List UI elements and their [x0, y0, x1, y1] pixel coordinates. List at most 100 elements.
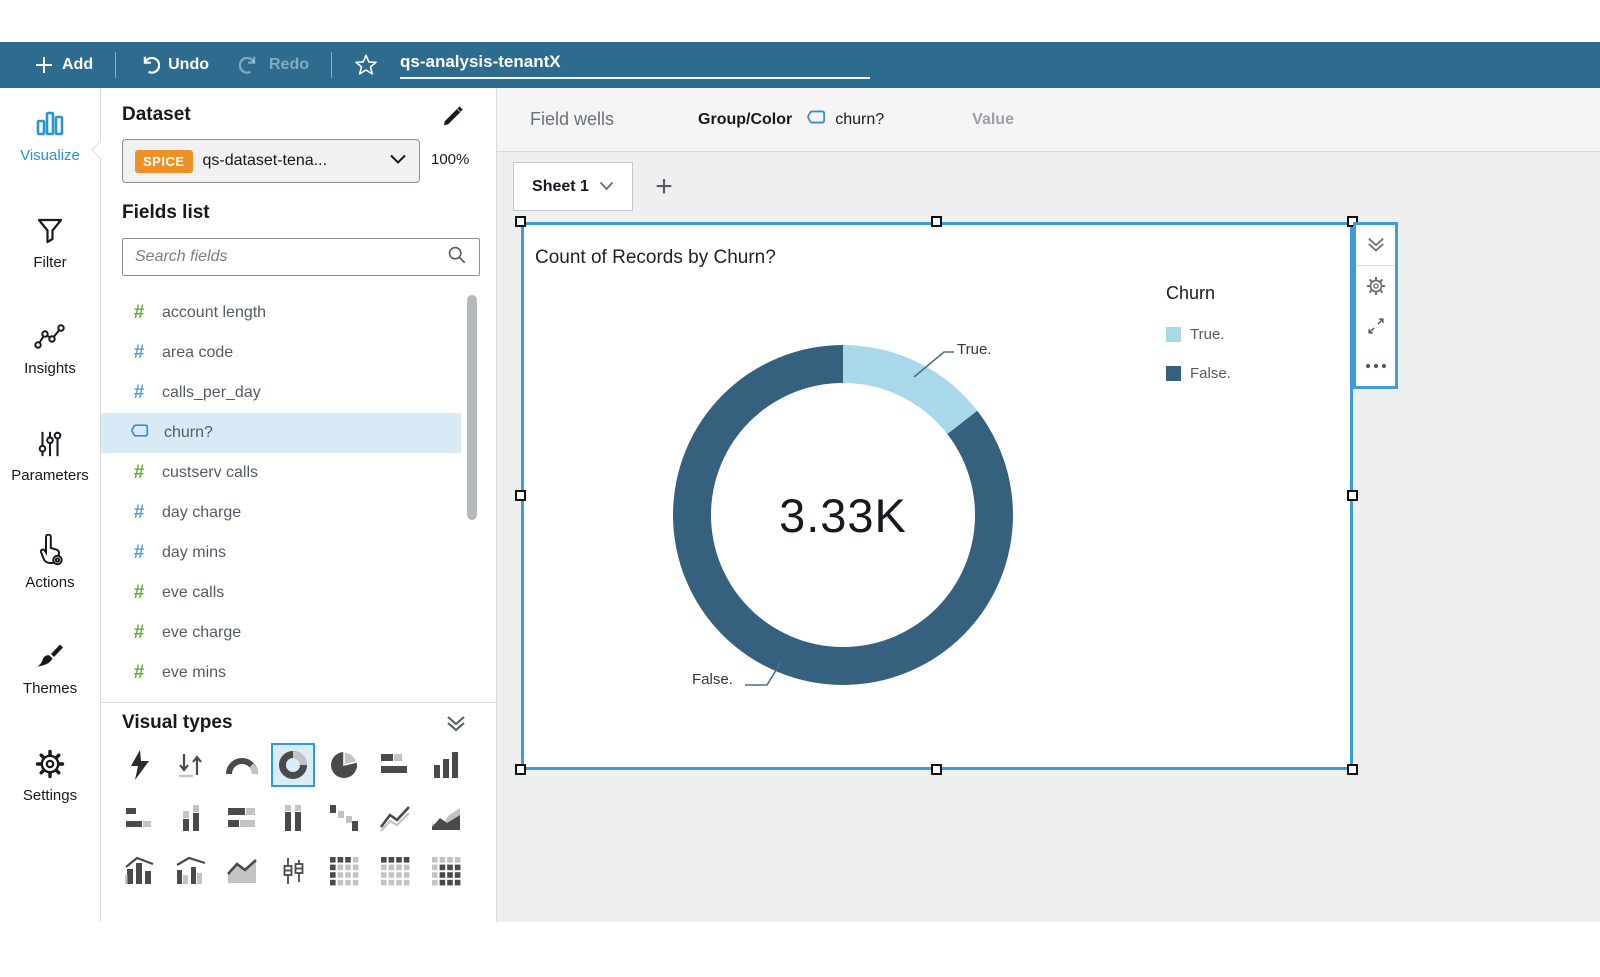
field-item-account-length[interactable]: #account length	[101, 293, 461, 333]
visual-type-combo-bar-line-icon[interactable]	[123, 854, 157, 888]
sidebar-item-actions[interactable]: Actions	[0, 532, 100, 591]
sidebar-item-visualize[interactable]: Visualize	[0, 105, 100, 164]
funnel-icon	[0, 212, 100, 250]
sidebar-item-settings[interactable]: Settings	[0, 745, 100, 804]
sidebar-item-parameters[interactable]: Parameters	[0, 425, 100, 484]
undo-button[interactable]: Undo	[138, 54, 209, 76]
sidebar-item-label: Actions	[0, 574, 100, 591]
add-button[interactable]: Add	[34, 55, 93, 75]
visual-type-donut-chart-icon[interactable]	[276, 748, 310, 782]
visual-type-heat-map-icon[interactable]	[327, 854, 361, 888]
field-label: churn?	[164, 424, 213, 442]
visual-type-area-chart-icon[interactable]	[429, 801, 463, 835]
add-sheet-button[interactable]: +	[645, 168, 683, 206]
left-rail: Visualize Filter Insights Parameters Act…	[0, 88, 101, 922]
fields-scrollbar[interactable]	[467, 295, 477, 520]
field-wells-bar: Field wells Group/Color churn? Value	[497, 88, 1600, 152]
sidebar-item-filter[interactable]: Filter	[0, 212, 100, 271]
paintbrush-icon	[0, 638, 100, 676]
field-item-calls-per-day[interactable]: #calls_per_day	[101, 373, 461, 413]
visual-type-horizontal-bar-icon[interactable]	[378, 748, 412, 782]
visual-types-heading: Visual types	[122, 712, 233, 734]
field-item-custserv-calls[interactable]: #custserv calls	[101, 453, 461, 493]
panel-divider	[101, 702, 497, 703]
numeric-field-icon: #	[130, 582, 148, 604]
field-wells-label[interactable]: Field wells	[530, 109, 614, 130]
visual-type-line-chart-icon[interactable]	[378, 801, 412, 835]
visual-type-auto-graph-icon[interactable]	[123, 748, 157, 782]
field-item-eve-mins[interactable]: #eve mins	[101, 653, 461, 693]
resize-handle-sw[interactable]	[515, 764, 526, 775]
resize-handle-n[interactable]	[931, 216, 942, 227]
field-label: eve charge	[162, 624, 241, 642]
string-field-icon	[806, 109, 827, 130]
visual-type-kpi-icon[interactable]	[174, 748, 208, 782]
visual-types-grid	[123, 748, 475, 888]
field-item-eve-calls[interactable]: #eve calls	[101, 573, 461, 613]
collapse-visual-icon[interactable]	[1356, 225, 1395, 265]
sidebar-item-insights[interactable]: Insights	[0, 318, 100, 377]
visual-settings-gear-icon[interactable]	[1356, 266, 1395, 306]
fields-list: #account length#area code#calls_per_dayc…	[101, 293, 461, 693]
visual-type-stacked-area-line-icon[interactable]	[225, 854, 259, 888]
visual-type-table-icon[interactable]	[429, 854, 463, 888]
field-item-eve-charge[interactable]: #eve charge	[101, 613, 461, 653]
resize-handle-w[interactable]	[515, 490, 526, 501]
field-label: account length	[162, 304, 266, 322]
quicksight-app: Add Undo Redo qs-analysis-tenantX Visual…	[0, 0, 1600, 977]
legend-item-true[interactable]: True.	[1166, 326, 1336, 343]
visual-type-pie-chart-icon[interactable]	[327, 748, 361, 782]
resize-handle-s[interactable]	[931, 764, 942, 775]
analysis-title-input[interactable]: qs-analysis-tenantX	[400, 52, 870, 79]
visual-type-vertical-bar-pair-icon[interactable]	[276, 801, 310, 835]
donut-chart-visual[interactable]: Count of Records by Churn? 3.33K True. F…	[521, 222, 1353, 770]
favorite-star-icon[interactable]	[354, 53, 378, 77]
field-item-churn-[interactable]: churn?	[101, 413, 461, 453]
donut-ring[interactable]: 3.33K	[673, 345, 1013, 685]
resize-handle-nw[interactable]	[515, 216, 526, 227]
field-item-day-charge[interactable]: #day charge	[101, 493, 461, 533]
edit-dataset-pencil-icon[interactable]	[438, 102, 464, 131]
plus-icon	[34, 55, 54, 75]
undo-label: Undo	[168, 56, 209, 74]
group-color-well[interactable]: Group/Color churn?	[698, 109, 884, 130]
numeric-field-icon: #	[130, 462, 148, 484]
visual-type-waterfall-icon[interactable]	[327, 801, 361, 835]
sheet-canvas: Field wells Group/Color churn? Value She…	[497, 88, 1600, 922]
sidebar-item-label: Parameters	[0, 467, 100, 484]
redo-button[interactable]: Redo	[239, 54, 309, 76]
field-label: area code	[162, 344, 233, 362]
spice-badge: SPICE	[135, 150, 193, 173]
dataset-selector[interactable]: SPICE qs-dataset-tena...	[122, 139, 420, 183]
spice-capacity: 100%	[431, 151, 469, 168]
visual-type-pivot-table-icon[interactable]	[378, 854, 412, 888]
value-well[interactable]: Value	[972, 111, 1014, 129]
sidebar-item-label: Filter	[0, 254, 100, 271]
resize-handle-se[interactable]	[1347, 764, 1358, 775]
insights-line-icon	[0, 318, 100, 356]
dataset-heading: Dataset	[122, 104, 191, 126]
visual-type-horizontal-bar-small-icon[interactable]	[123, 801, 157, 835]
sidebar-item-label: Settings	[0, 787, 100, 804]
collapse-visual-types-icon[interactable]	[444, 714, 468, 737]
expand-visual-icon[interactable]	[1356, 306, 1395, 346]
visual-type-vertical-bar-icon[interactable]	[429, 748, 463, 782]
visual-type-box-plot-icon[interactable]	[276, 854, 310, 888]
slice-label-false: False.	[692, 671, 733, 688]
sidebar-item-themes[interactable]: Themes	[0, 638, 100, 697]
field-item-day-mins[interactable]: #day mins	[101, 533, 461, 573]
field-item-area-code[interactable]: #area code	[101, 333, 461, 373]
more-options-ellipsis-icon[interactable]	[1356, 346, 1395, 386]
visual-type-gauge-icon[interactable]	[225, 748, 259, 782]
resize-handle-e[interactable]	[1347, 490, 1358, 501]
search-fields-input[interactable]	[123, 248, 447, 266]
visual-type-horizontal-stacked-bar-icon[interactable]	[225, 801, 259, 835]
chevron-down-icon	[599, 178, 614, 196]
legend-item-false[interactable]: False.	[1166, 365, 1336, 382]
sheet-tab[interactable]: Sheet 1	[513, 162, 633, 211]
field-label: day mins	[162, 544, 226, 562]
visual-type-vertical-stacked-bar-icon[interactable]	[174, 801, 208, 835]
visual-type-combo-clustered-icon[interactable]	[174, 854, 208, 888]
sidebar-item-label: Visualize	[0, 147, 100, 164]
sidebar-item-label: Insights	[0, 360, 100, 377]
